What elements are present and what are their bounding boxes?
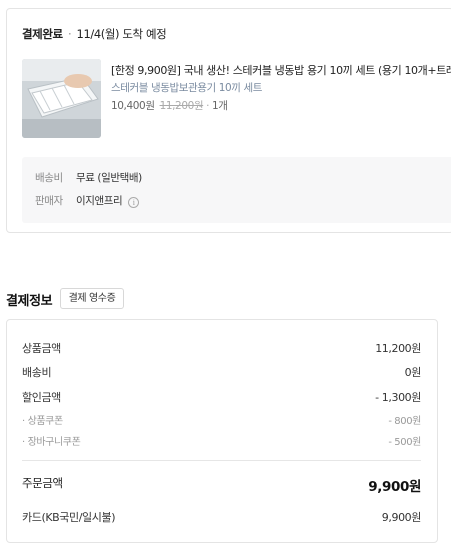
- product-price-line: 10,400원 11,200원 · 1개: [111, 98, 228, 113]
- payment-method-value: 9,900원: [381, 511, 422, 524]
- order-status: 결제완료: [22, 27, 63, 41]
- payment-summary-card: 상품금액 11,200원 배송비 0원 할인금액 - 1,300원 상품쿠폰 -…: [6, 319, 438, 543]
- product-title[interactable]: [한정 9,900원] 국내 생산! 스테커블 냉동밥 용기 10끼 세트 (용…: [111, 62, 451, 78]
- cart-coupon-value: - 500원: [388, 437, 421, 448]
- product-amount-value: 11,200원: [375, 342, 421, 355]
- payment-heading: 결제정보: [6, 294, 53, 309]
- divider: [22, 460, 421, 461]
- product-amount-row: 상품금액 11,200원: [22, 340, 421, 356]
- shipping-fee-label: 배송비: [35, 172, 63, 184]
- product-image: [22, 59, 101, 138]
- seller-row: 판매자 이지앤프리 i: [35, 193, 140, 208]
- delivery-estimate: 11/4(월) 도착 예정: [76, 27, 167, 41]
- receipt-button[interactable]: 결제 영수증: [60, 288, 124, 309]
- product-option: 스테커블 냉동밥보관용기 10끼 세트: [111, 82, 263, 94]
- discount-value: - 1,300원: [375, 391, 421, 404]
- payment-method-label: 카드(KB국민/일시불): [22, 511, 116, 524]
- product-thumbnail[interactable]: [22, 59, 101, 138]
- shipping-info-box: 배송비 무료 (일반택배) 판매자 이지앤프리 i: [22, 157, 451, 223]
- order-total-value: 9,900원: [368, 479, 421, 495]
- seller-name[interactable]: 이지앤프리: [76, 195, 123, 207]
- shipping-fee-value: 무료 (일반택배): [75, 172, 142, 184]
- shipping-fee-row: 배송비 무료 (일반택배): [35, 170, 142, 185]
- order-total-label: 주문금액: [22, 476, 63, 490]
- cart-coupon-label: 장바구니쿠폰: [22, 433, 81, 448]
- product-coupon-row: 상품쿠폰 - 800원: [22, 412, 422, 427]
- discount-label: 할인금액: [22, 391, 61, 404]
- product-amount-label: 상품금액: [22, 342, 61, 355]
- product-coupon-label: 상품쿠폰: [22, 412, 64, 427]
- info-icon[interactable]: i: [128, 197, 140, 208]
- status-separator: ·: [68, 27, 72, 41]
- product-quantity: 1개: [212, 100, 228, 112]
- shipping-amount-row: 배송비 0원: [22, 364, 421, 380]
- order-card: 결제완료 · 11/4(월) 도착 예정 [한정 9,900원] 국내 생산! …: [6, 8, 451, 233]
- product-price: 10,400원: [111, 100, 155, 112]
- payment-method-row: 카드(KB국민/일시불) 9,900원: [22, 509, 421, 525]
- discount-row: 할인금액 - 1,300원: [22, 389, 421, 405]
- shipping-amount-value: 0원: [404, 366, 422, 379]
- seller-label: 판매자: [35, 195, 63, 207]
- product-original-price: 11,200원: [159, 100, 204, 112]
- shipping-amount-label: 배송비: [22, 366, 52, 379]
- order-status-line: 결제완료 · 11/4(월) 도착 예정: [22, 26, 167, 42]
- quantity-separator: ·: [206, 100, 210, 112]
- order-total-row: 주문금액 9,900원: [22, 475, 421, 495]
- cart-coupon-row: 장바구니쿠폰 - 500원: [22, 433, 422, 448]
- product-coupon-value: - 800원: [388, 416, 421, 427]
